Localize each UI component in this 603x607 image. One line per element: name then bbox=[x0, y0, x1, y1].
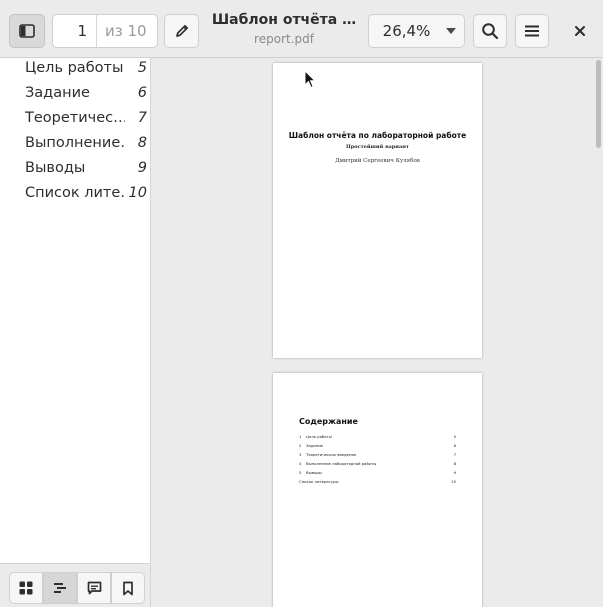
page1-title: Шаблон отчёта по лабораторной работе bbox=[288, 131, 467, 140]
outline-item-page: 9 bbox=[137, 159, 147, 176]
outline-item-page: 8 bbox=[137, 134, 147, 151]
toc-row-label: Задание bbox=[306, 443, 323, 448]
vertical-scrollbar[interactable] bbox=[596, 60, 601, 148]
toc-row-label: Выполнение лабораторной работы bbox=[306, 461, 377, 466]
close-icon bbox=[575, 26, 585, 36]
toc-row-page: 7 bbox=[453, 452, 456, 457]
toc-row: 4 Выполнение лабораторной работы 8 bbox=[299, 461, 456, 470]
comment-icon bbox=[87, 581, 101, 595]
outline-item-label: Список лите… bbox=[25, 184, 125, 201]
document-title: Шаблон отчёта … bbox=[211, 12, 357, 28]
search-icon bbox=[482, 23, 499, 40]
tab-annotations[interactable] bbox=[77, 572, 111, 604]
page1-subtitle: Простейший вариант bbox=[345, 144, 410, 150]
toc-row-label: Теоретическое введение bbox=[306, 452, 357, 457]
header-bar: 1 из 10 Шаблон отчёта … report.pdf 26,4% bbox=[0, 0, 603, 58]
current-page-input[interactable]: 1 bbox=[53, 15, 97, 47]
tab-bookmarks[interactable] bbox=[111, 572, 145, 604]
toc-row-label: Цель работы bbox=[306, 434, 332, 439]
toc-row-number: 1 bbox=[299, 434, 302, 439]
annotate-button[interactable] bbox=[164, 14, 199, 48]
document-view[interactable]: Шаблон отчёта по лабораторной работе Про… bbox=[151, 58, 603, 607]
tab-thumbnails[interactable] bbox=[9, 572, 43, 604]
sidebar-outline-panel: Цель работы 5 Задание 6 Теоретичес… 7 Вы… bbox=[0, 58, 151, 607]
sidebar-icon bbox=[19, 24, 35, 38]
pencil-icon bbox=[175, 24, 188, 37]
outline-item-page: 5 bbox=[137, 59, 147, 76]
zoom-selector[interactable]: 26,4% bbox=[368, 14, 465, 48]
toc-row: 1 Цель работы 5 bbox=[299, 434, 456, 443]
outline-item-label: Выполнение… bbox=[25, 134, 125, 151]
outline-item[interactable]: Задание 6 bbox=[0, 80, 150, 105]
tab-outline[interactable] bbox=[43, 572, 77, 604]
toc-row: Список литературы 10 bbox=[299, 479, 456, 488]
toc-row-number: 4 bbox=[299, 461, 302, 466]
total-pages-label: из 10 bbox=[105, 22, 147, 40]
chevron-down-icon bbox=[438, 27, 464, 35]
main-menu-button[interactable] bbox=[515, 14, 549, 48]
outline-item-label: Теоретичес… bbox=[25, 109, 125, 126]
outline-item[interactable]: Теоретичес… 7 bbox=[0, 105, 150, 130]
zoom-level: 26,4% bbox=[382, 22, 431, 40]
document-title-block: Шаблон отчёта … report.pdf bbox=[210, 12, 358, 46]
toc-row-page: 10 bbox=[451, 479, 456, 484]
bookmark-icon bbox=[123, 581, 133, 595]
outline-item[interactable]: Выводы 9 bbox=[0, 155, 150, 180]
search-button[interactable] bbox=[473, 14, 507, 48]
toc-row-number: 5 bbox=[299, 470, 302, 475]
outline-item[interactable]: Список лите… 10 bbox=[0, 180, 150, 205]
outline-item-page: 6 bbox=[137, 84, 147, 101]
mouse-cursor-icon bbox=[304, 70, 316, 89]
toc-row-label: Выводы bbox=[306, 470, 322, 475]
sidebar-view-switcher bbox=[0, 563, 150, 607]
toc-row-page: 8 bbox=[453, 461, 456, 466]
page-number-entry[interactable]: 1 из 10 bbox=[52, 14, 158, 48]
outline-item[interactable]: Выполнение… 8 bbox=[0, 130, 150, 155]
document-filename: report.pdf bbox=[254, 32, 314, 46]
outline-item-page: 7 bbox=[137, 109, 147, 126]
grid-icon bbox=[19, 581, 33, 595]
document-page-2: Содержание 1 Цель работы 5 2 Задание 6 3… bbox=[273, 373, 482, 607]
document-page-1: Шаблон отчёта по лабораторной работе Про… bbox=[273, 63, 482, 358]
outline-item-label: Цель работы bbox=[25, 59, 124, 76]
toc-row-number: 2 bbox=[299, 443, 302, 448]
toc-row: 5 Выводы 9 bbox=[299, 470, 456, 479]
outline-list-icon bbox=[54, 583, 66, 593]
outline-item-label: Выводы bbox=[25, 159, 86, 176]
page1-author: Дмитрий Сергеевич Кулябов bbox=[335, 158, 420, 164]
page2-toc-heading: Содержание bbox=[299, 417, 358, 426]
toc-row-number: 3 bbox=[299, 452, 302, 457]
sidebar-toggle-button[interactable] bbox=[9, 14, 45, 48]
toc-row-page: 9 bbox=[453, 470, 456, 475]
toc-row-page: 6 bbox=[453, 443, 456, 448]
toc-row: 3 Теоретическое введение 7 bbox=[299, 452, 456, 461]
toc-row: 2 Задание 6 bbox=[299, 443, 456, 452]
outline-item[interactable]: Цель работы 5 bbox=[0, 55, 150, 80]
close-button[interactable] bbox=[563, 14, 597, 48]
toc-row-page: 5 bbox=[453, 434, 456, 439]
toc-row-label: Список литературы bbox=[299, 479, 339, 484]
outline-item-page: 10 bbox=[128, 184, 147, 201]
hamburger-menu-icon bbox=[525, 25, 539, 37]
outline-item-label: Задание bbox=[25, 84, 90, 101]
